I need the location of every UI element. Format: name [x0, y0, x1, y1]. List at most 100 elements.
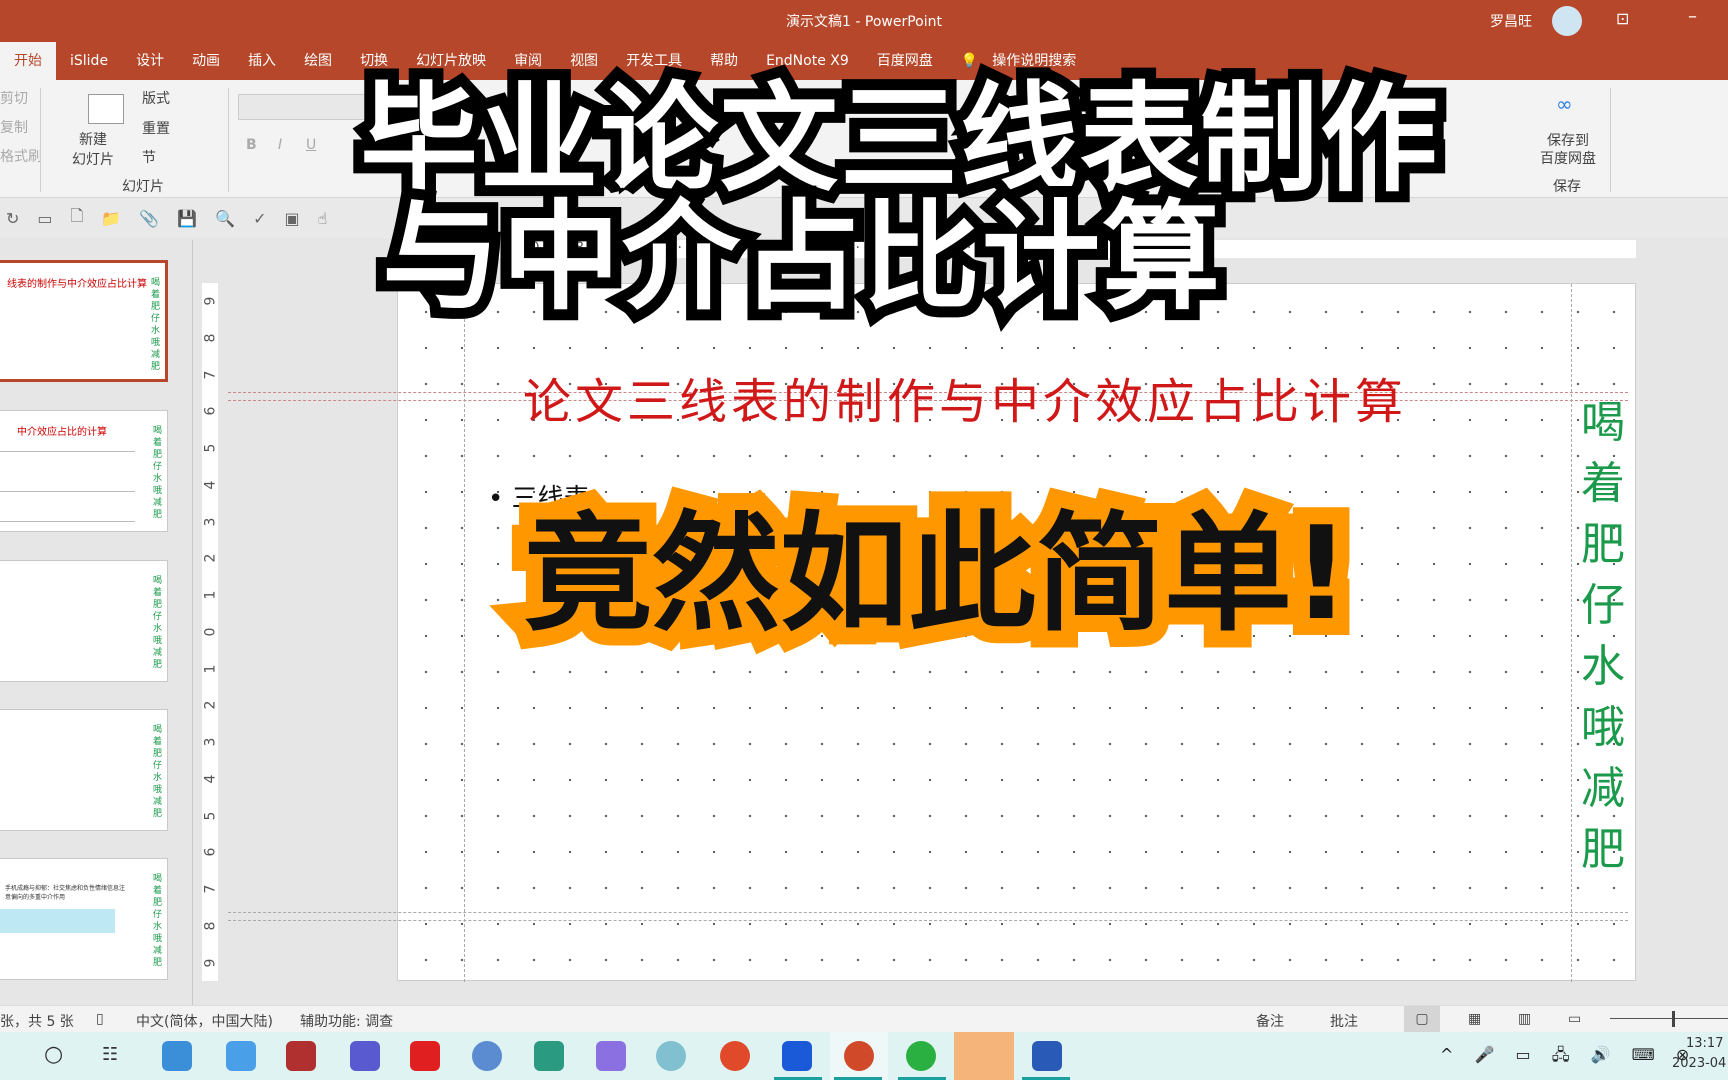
- underline-button[interactable]: U: [306, 137, 316, 153]
- ruler-tick-label: 4: [201, 774, 218, 784]
- ruler-tick-label: 0: [201, 627, 218, 637]
- app-icon-search[interactable]: [226, 1041, 256, 1071]
- save-icon[interactable]: 💾: [177, 209, 197, 228]
- attach-icon[interactable]: 📎: [139, 209, 159, 228]
- thumbnail-title: 线表的制作与中介效应占比计算: [7, 279, 147, 290]
- app-icon-math[interactable]: [472, 1041, 502, 1071]
- ruler-tick-label: 8: [201, 333, 218, 343]
- ruler-tick-label: 3: [201, 517, 218, 527]
- slides-group-label: 幻灯片: [122, 179, 164, 195]
- touch-icon[interactable]: ☝: [318, 209, 328, 228]
- app-icon-wechat[interactable]: [906, 1041, 936, 1071]
- zoom-slider-handle[interactable]: [1672, 1011, 1675, 1027]
- app-icon-security[interactable]: [782, 1041, 812, 1071]
- slide-count: 张，共 5 张: [0, 1014, 74, 1030]
- reading-view-button[interactable]: ▥: [1518, 1011, 1531, 1027]
- avatar[interactable]: [1552, 6, 1582, 36]
- clock-date[interactable]: 2023-04: [1672, 1056, 1726, 1071]
- overlay-exclaim: 竟然如此简单!: [507, 483, 1367, 666]
- ruler-tick-label: 9: [201, 958, 218, 968]
- spellcheck-icon[interactable]: ✓: [253, 209, 266, 228]
- vertical-ruler[interactable]: 9 8 7 6 5 4 3 2 1 0 1 2 3 4 5 6 7 8 9: [202, 283, 218, 981]
- spellcheck-status-icon[interactable]: ▯: [96, 1011, 104, 1027]
- slideshow-icon[interactable]: ▣: [285, 209, 300, 228]
- system-tray-icons[interactable]: ^ 🎤 ▭ 🖧 🔊 ⌨ ⊗: [1440, 1044, 1697, 1071]
- ruler-tick-label: 4: [201, 480, 218, 490]
- tab-islide[interactable]: iSlide: [56, 42, 122, 80]
- slide-sorter-button[interactable]: ▦: [1468, 1011, 1481, 1027]
- tab-design[interactable]: 设计: [122, 42, 178, 80]
- app-icon-zy[interactable]: [286, 1041, 316, 1071]
- reset-button[interactable]: 重置: [142, 118, 170, 138]
- comments-button[interactable]: 批注: [1330, 1011, 1358, 1031]
- ruler-tick-label: 6: [201, 406, 218, 416]
- app-icon-youdao[interactable]: [410, 1041, 440, 1071]
- slide-side-text[interactable]: 喝着肥仔水哦减肥: [1578, 392, 1628, 880]
- ruler-tick-label: 2: [201, 553, 218, 563]
- preview-icon[interactable]: 🔍: [215, 209, 235, 228]
- baidu-cloud-icon: ∞: [1556, 92, 1573, 116]
- app-icon-browser[interactable]: [720, 1041, 750, 1071]
- app-icon-word[interactable]: [1032, 1041, 1062, 1071]
- text-box-icon[interactable]: ▭: [37, 209, 52, 228]
- italic-button[interactable]: I: [278, 137, 282, 153]
- redo-icon[interactable]: ↻: [6, 209, 19, 228]
- app-icon-powerpoint[interactable]: [844, 1041, 874, 1071]
- new-slide-button[interactable]: 新建 幻灯片: [72, 130, 114, 170]
- thumbnail-title: 手机成瘾与抑郁：社交焦虑和负性情绪信息注意偏向的多重中介作用: [5, 885, 126, 901]
- ruler-tick-label: 5: [201, 811, 218, 821]
- save-group-label: 保存: [1553, 179, 1581, 195]
- thumbnail-side-text: 喝着肥仔水哦减肥: [153, 725, 163, 819]
- cortana-icon[interactable]: ○: [44, 1042, 63, 1067]
- notes-button[interactable]: 备注: [1256, 1011, 1284, 1031]
- ruler-tick-label: 5: [201, 443, 218, 453]
- taskbar: ○ ☷ ^ 🎤 ▭ 🖧 🔊 ⌨ ⊗ 13:17 2023-04: [0, 1032, 1728, 1080]
- tab-home[interactable]: 开始: [0, 42, 56, 80]
- user-name[interactable]: 罗昌旺: [1490, 11, 1532, 31]
- slideshow-view-button[interactable]: ▭: [1568, 1011, 1581, 1027]
- minimize-button[interactable]: –: [1688, 6, 1697, 27]
- slide-thumbnail-4[interactable]: 喝着肥仔水哦减肥: [0, 709, 168, 831]
- slide-thumbnail-3[interactable]: 喝着肥仔水哦减肥: [0, 560, 168, 682]
- slide-thumbnail-1[interactable]: 线表的制作与中介效应占比计算 喝着肥仔水哦减肥: [0, 260, 168, 382]
- app-icon-tree[interactable]: [534, 1041, 564, 1071]
- status-bar: 张，共 5 张 ▯ 中文(简体，中国大陆) 辅助功能: 调查 备注 批注 ▢ ▦…: [0, 1005, 1728, 1032]
- task-view-icon[interactable]: ☷: [102, 1044, 118, 1065]
- clock-time[interactable]: 13:17: [1686, 1036, 1723, 1051]
- app-icon-zotero[interactable]: [656, 1041, 686, 1071]
- app-icon-network[interactable]: [162, 1041, 192, 1071]
- zoom-slider[interactable]: [1610, 1018, 1728, 1019]
- thumbnail-side-text: 喝着肥仔水哦减肥: [153, 576, 163, 670]
- ruler-tick-label: 7: [201, 884, 218, 894]
- new-slide-icon: [88, 94, 124, 124]
- app-icon-chart[interactable]: [350, 1041, 380, 1071]
- tab-animation[interactable]: 动画: [178, 42, 234, 80]
- thumbnail-side-text: 喝着肥仔水哦减肥: [151, 278, 161, 372]
- copy-button[interactable]: 复制: [0, 117, 28, 137]
- slide-thumbnail-5[interactable]: 手机成瘾与抑郁：社交焦虑和负性情绪信息注意偏向的多重中介作用 喝着肥仔水哦减肥: [0, 858, 168, 980]
- format-painter-button[interactable]: 格式刷: [0, 146, 42, 166]
- layout-button[interactable]: 版式: [142, 88, 170, 108]
- tab-draw[interactable]: 绘图: [290, 42, 346, 80]
- ruler-tick-label: 7: [201, 370, 218, 379]
- save-to-baidu-button[interactable]: 保存到 百度网盘: [1540, 132, 1596, 168]
- normal-view-button[interactable]: ▢: [1404, 1006, 1440, 1032]
- open-folder-icon[interactable]: 📁: [101, 209, 121, 228]
- app-icon-prism[interactable]: [596, 1041, 626, 1071]
- bold-button[interactable]: B: [246, 137, 257, 153]
- ruler-tick-label: 6: [201, 848, 218, 857]
- tab-insert[interactable]: 插入: [234, 42, 290, 80]
- ruler-tick-label: 1: [201, 664, 218, 674]
- language-status[interactable]: 中文(简体，中国大陆): [136, 1011, 273, 1031]
- cut-button[interactable]: 剪切: [0, 88, 28, 108]
- overlay-title: 毕业论文三线表制作 与中介占比计算: [349, 69, 1449, 327]
- slide-thumbnail-2[interactable]: 中介效应占比的计算 喝着肥仔水哦减肥: [0, 410, 168, 532]
- section-button[interactable]: 节: [142, 147, 156, 167]
- thumbnail-side-text: 喝着肥仔水哦减肥: [153, 426, 163, 520]
- ribbon-display-icon[interactable]: ⊡: [1616, 9, 1629, 28]
- app-icon-active[interactable]: [954, 1032, 1014, 1080]
- thumbnail-side-text: 喝着肥仔水哦减肥: [153, 874, 163, 968]
- new-file-icon[interactable]: 🗋: [71, 205, 84, 232]
- slide-title[interactable]: 论文三线表的制作与中介效应占比计算: [523, 362, 1407, 432]
- accessibility-status[interactable]: 辅助功能: 调查: [300, 1011, 393, 1031]
